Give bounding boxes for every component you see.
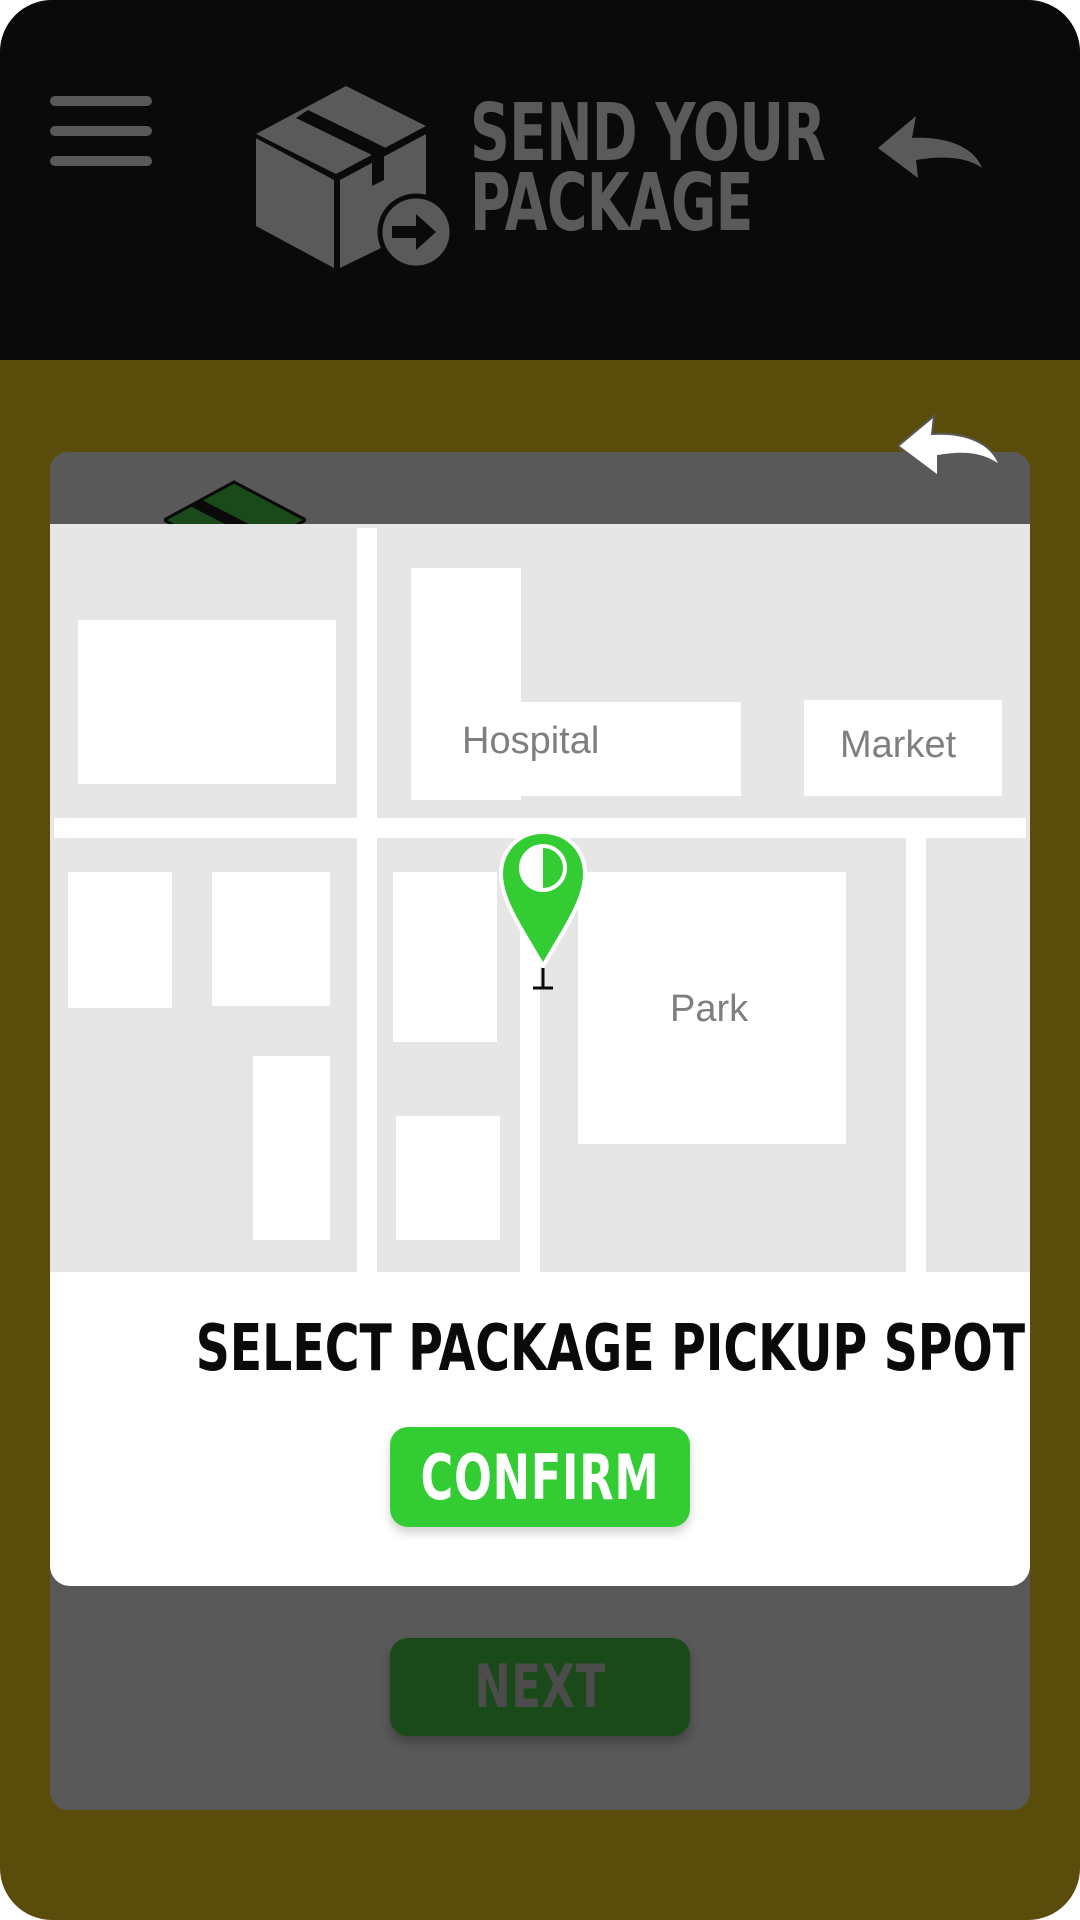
hamburger-menu-icon[interactable]	[50, 96, 152, 172]
modal-title: SELECT PACKAGE PICKUP SPOT	[195, 1312, 1026, 1386]
map-label-park: Park	[670, 988, 749, 1030]
map-block	[393, 872, 497, 1042]
pickup-modal: Hospital Market Park SELECT PACKAGE PICK…	[50, 524, 1030, 1586]
back-arrow-icon[interactable]	[898, 414, 1002, 478]
back-arrow-icon[interactable]	[878, 116, 982, 186]
next-button[interactable]: NEXT	[390, 1638, 690, 1736]
map-block	[396, 1116, 500, 1240]
app-header: SEND YOUR PACKAGE	[0, 0, 1080, 360]
map-label-market: Market	[840, 724, 957, 766]
package-send-icon	[256, 86, 452, 268]
map-block	[78, 620, 336, 784]
map-block	[212, 872, 330, 1006]
package-icon	[164, 480, 306, 526]
confirm-button-label: CONFIRM	[420, 1440, 660, 1514]
next-button-label: NEXT	[474, 1652, 606, 1722]
map-block	[68, 872, 172, 1008]
map-block	[253, 1056, 330, 1240]
page-title-line2: PACKAGE	[470, 157, 753, 249]
road	[906, 838, 926, 1272]
map-label-hospital: Hospital	[462, 720, 600, 762]
map-view[interactable]: Hospital Market Park	[50, 524, 1030, 1272]
road	[357, 528, 377, 1272]
page-title: SEND YOUR PACKAGE	[470, 94, 826, 249]
confirm-button[interactable]: CONFIRM	[390, 1427, 690, 1527]
app-screen: SEND YOUR PACKAGE NEXT Hospital Market P…	[0, 0, 1080, 1920]
location-pin-icon[interactable]	[493, 828, 593, 998]
